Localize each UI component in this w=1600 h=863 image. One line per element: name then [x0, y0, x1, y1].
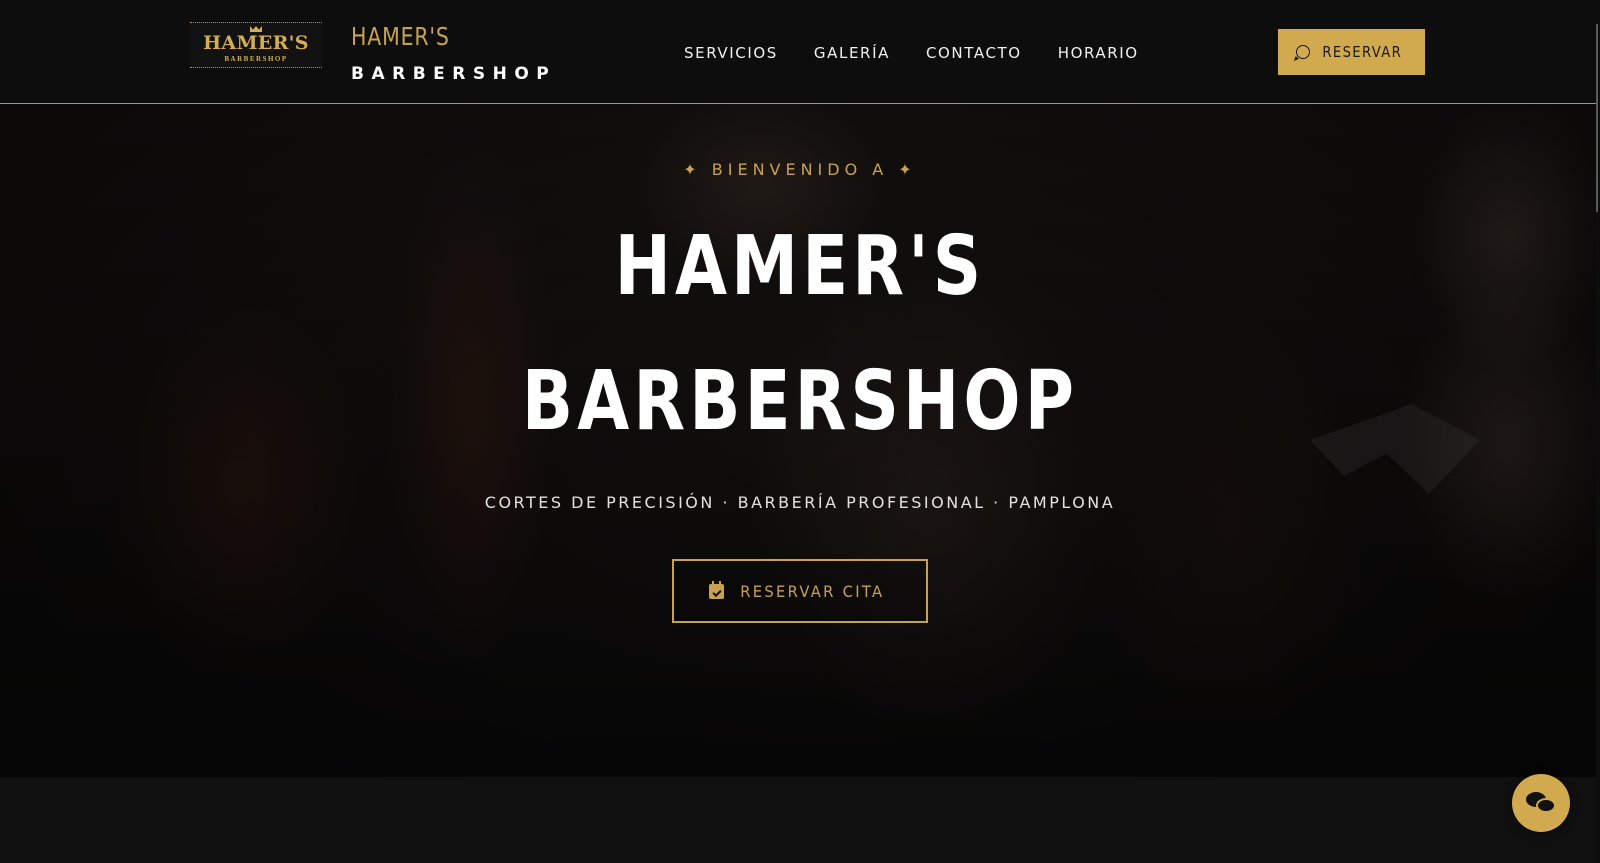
chat-button[interactable] [1512, 774, 1570, 832]
chat-bubble-secondary [1536, 798, 1556, 813]
hero-title-line-1: HAMER'S [614, 219, 986, 314]
hero-eyebrow: ✦ BIENVENIDO A ✦ [683, 160, 917, 179]
reservar-cita-label: RESERVAR CITA [740, 581, 885, 601]
reservar-button-label: RESERVAR [1322, 43, 1402, 61]
reservar-cita-button[interactable]: RESERVAR CITA [672, 559, 928, 623]
logo-main-text: HAMER'S [203, 32, 309, 54]
nav-item-horario[interactable]: HORARIO [1058, 44, 1139, 64]
next-section [0, 777, 1600, 863]
scrollbar[interactable] [1596, 0, 1600, 863]
main-nav: SERVICIOS GALERÍA CONTACTO HORARIO [684, 44, 1139, 64]
whatsapp-icon [1295, 45, 1310, 59]
logo[interactable]: HAMER'S BARBERSHOP [190, 22, 322, 68]
logo-sub-text: BARBERSHOP [224, 55, 288, 63]
hero-title-line-2: BARBERSHOP [521, 354, 1079, 449]
nav-item-contacto[interactable]: CONTACTO [926, 44, 1022, 64]
scrollbar-thumb[interactable] [1596, 24, 1598, 212]
nav-item-servicios[interactable]: SERVICIOS [684, 44, 778, 64]
hero-section: ✦ BIENVENIDO A ✦ HAMER'S BARBERSHOP CORT… [0, 104, 1600, 777]
site-header: HAMER'S BARBERSHOP HAMER'S BARBERSHOP SE… [0, 0, 1600, 104]
brand-subtitle[interactable]: BARBERSHOP [351, 64, 556, 84]
reservar-button[interactable]: RESERVAR [1278, 29, 1425, 75]
page: HAMER'S BARBERSHOP HAMER'S BARBERSHOP SE… [0, 0, 1600, 863]
calendar-check-icon [709, 580, 725, 599]
brand-title[interactable]: HAMER'S [351, 22, 450, 51]
hero-tagline: CORTES DE PRECISIÓN · BARBERÍA PROFESION… [484, 493, 1116, 512]
nav-item-galeria[interactable]: GALERÍA [814, 44, 890, 64]
